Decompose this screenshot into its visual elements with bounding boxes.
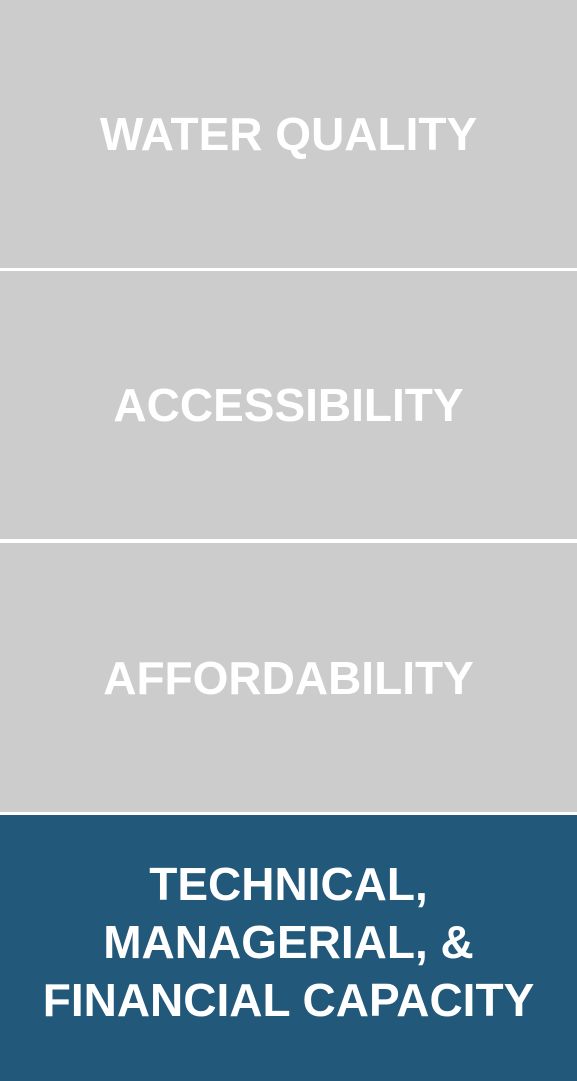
pillar-tmf-capacity: TECHNICAL, MANAGERIAL, & FINANCIAL CAPAC… xyxy=(0,815,577,1081)
pillar-label: WATER QUALITY xyxy=(99,108,478,160)
pillar-label: TECHNICAL, MANAGERIAL, & FINANCIAL CAPAC… xyxy=(42,858,535,1026)
pillar-stack: WATER QUALITY ACCESSIBILITY AFFORDABILIT… xyxy=(0,0,577,1081)
pillar-accessibility: ACCESSIBILITY xyxy=(0,271,577,539)
pillar-affordability: AFFORDABILITY xyxy=(0,543,577,812)
pillar-label: ACCESSIBILITY xyxy=(113,379,464,431)
pillar-label: AFFORDABILITY xyxy=(103,651,474,704)
pillar-water-quality: WATER QUALITY xyxy=(0,0,577,268)
